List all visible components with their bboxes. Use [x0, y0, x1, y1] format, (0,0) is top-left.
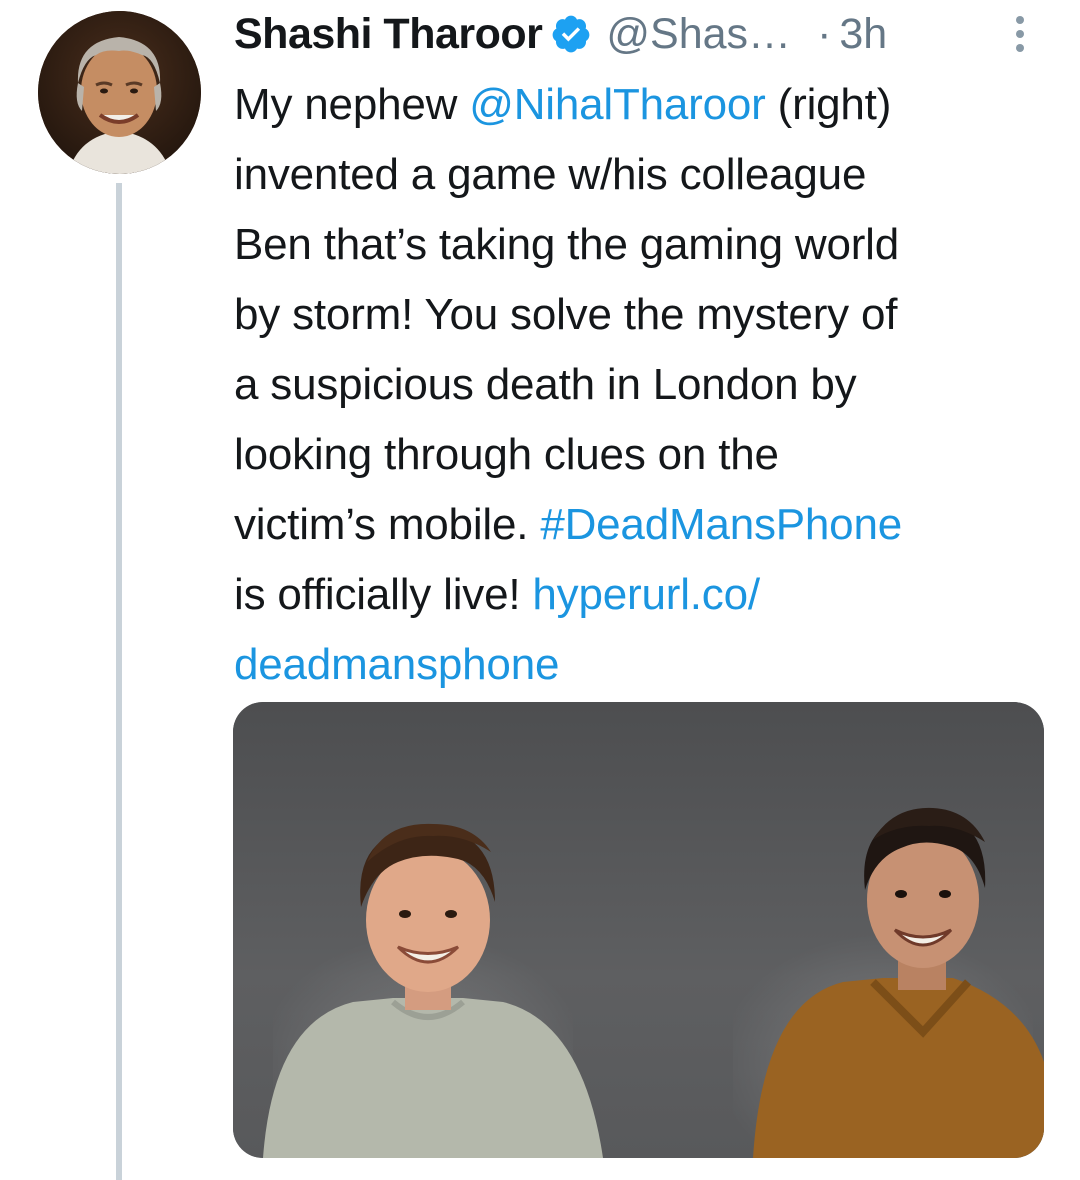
- tweet-text: My nephew @NihalTharoor (right) invented…: [234, 70, 1054, 700]
- text-segment: a suspicious death in London by: [234, 360, 857, 409]
- tweet-text-line: looking through clues on the: [234, 420, 1054, 490]
- mention-link[interactable]: @NihalTharoor: [469, 80, 766, 129]
- text-segment: by storm! You solve the mystery of: [234, 290, 898, 339]
- tweet-header: Shashi Tharoor @Shas… · 3h: [234, 6, 1054, 62]
- text-segment: (right): [765, 80, 892, 129]
- tweet-photo[interactable]: [233, 702, 1044, 1158]
- tweet-text-line: victim’s mobile. #DeadMansPhone: [234, 490, 1054, 560]
- tweet-text-line: is officially live! hyperurl.co/: [234, 560, 1054, 630]
- text-segment: is officially live!: [234, 570, 533, 619]
- tweet-text-line: Ben that’s taking the gaming world: [234, 210, 1054, 280]
- url-link[interactable]: hyperurl.co/: [532, 570, 760, 619]
- tweet-text-line: by storm! You solve the mystery of: [234, 280, 1054, 350]
- tweet-text-line: a suspicious death in London by: [234, 350, 1054, 420]
- thread-connector-line: [116, 183, 122, 1180]
- tweet-text-line: invented a game w/his colleague: [234, 140, 1054, 210]
- author-name[interactable]: Shashi Tharoor: [234, 10, 543, 59]
- verified-badge-icon: [550, 13, 592, 55]
- tweet[interactable]: Shashi Tharoor @Shas… · 3h My nephew @Ni…: [0, 0, 1080, 1180]
- text-segment: Ben that’s taking the gaming world: [234, 220, 900, 269]
- separator-dot: ·: [817, 9, 832, 58]
- author-handle[interactable]: @Shas…: [606, 10, 791, 59]
- text-segment: victim’s mobile.: [234, 500, 541, 549]
- url-link-continued[interactable]: deadmansphone: [234, 640, 559, 689]
- author-avatar[interactable]: [38, 11, 201, 174]
- more-vertical-icon[interactable]: [1010, 14, 1030, 54]
- tweet-text-line: My nephew @NihalTharoor (right): [234, 70, 1054, 140]
- text-segment: invented a game w/his colleague: [234, 150, 867, 199]
- tweet-text-line: deadmansphone: [234, 630, 1054, 700]
- text-segment: looking through clues on the: [234, 430, 779, 479]
- tweet-timestamp[interactable]: 3h: [839, 10, 887, 59]
- text-segment: My nephew: [234, 80, 470, 129]
- hashtag-link[interactable]: #DeadMansPhone: [540, 500, 902, 549]
